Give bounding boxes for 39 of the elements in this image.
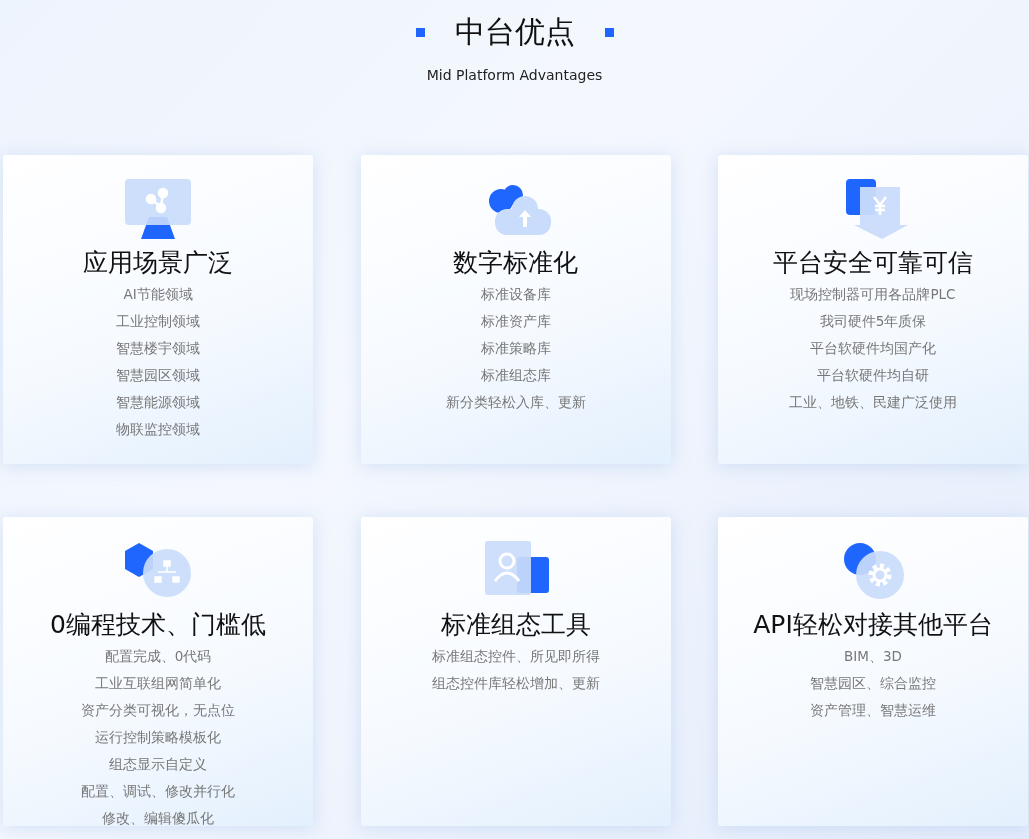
feature-item: 标准资产库 [480,312,551,331]
feature-item: 物联监控领域 [116,420,200,439]
card-title: 数字标准化 [453,247,578,279]
feature-item: 标准组态库 [480,366,551,385]
feature-item: 配置、调试、修改并行化 [81,782,235,801]
feature-item: 标准组态控件、所见即所得 [431,647,600,666]
feature-item: 工业、地铁、民建广泛使用 [789,393,957,412]
feature-item: BIM、3D [844,647,902,666]
feature-item: AI节能领域 [123,285,193,304]
feature-item: 新分类轻松入库、更新 [445,393,586,412]
feature-item: 平台软硬件均国产化 [810,339,936,358]
feature-item: 资产分类可视化，无点位 [81,701,235,720]
feature-item: 我司硬件5年质保 [819,312,927,331]
feature-item: 标准设备库 [480,285,551,304]
feature-item: 现场控制器可用各品牌PLC [790,285,956,304]
feature-item: 修改、编辑傻瓜化 [102,809,214,828]
card-title: 应用场景广泛 [83,247,233,279]
section-subtitle: Mid Platform Advantages [426,67,603,83]
feature-item: 配置完成、0代码 [104,647,212,666]
card-title: 0编程技术、门槛低 [50,609,266,641]
feature-item: 智慧园区、综合监控 [810,674,936,693]
feature-item: 工业控制领域 [116,312,200,331]
feature-item: 运行控制策略模板化 [95,728,221,747]
feature-item: 资产管理、智慧运维 [810,701,936,720]
feature-item: 工业互联组网简单化 [95,674,221,693]
feature-item: 智慧园区领域 [116,366,200,385]
feature-item: 平台软硬件均自研 [817,366,929,385]
section-title: 中台优点 [454,13,575,51]
feature-item: 智慧楼宇领域 [116,339,200,358]
card-title: 标准组态工具 [440,609,591,641]
square-icon [415,28,425,37]
square-icon [604,28,614,37]
card-title: 平台安全可靠可信 [773,247,973,279]
feature-item: 智慧能源领域 [116,393,200,412]
card-title: API轻松对接其他平台 [753,609,993,641]
feature-item: 标准策略库 [480,339,551,358]
network-icon [123,177,193,241]
feature-item: 组态显示自定义 [109,755,207,774]
feature-item: 组态控件库轻松增加、更新 [431,674,600,693]
